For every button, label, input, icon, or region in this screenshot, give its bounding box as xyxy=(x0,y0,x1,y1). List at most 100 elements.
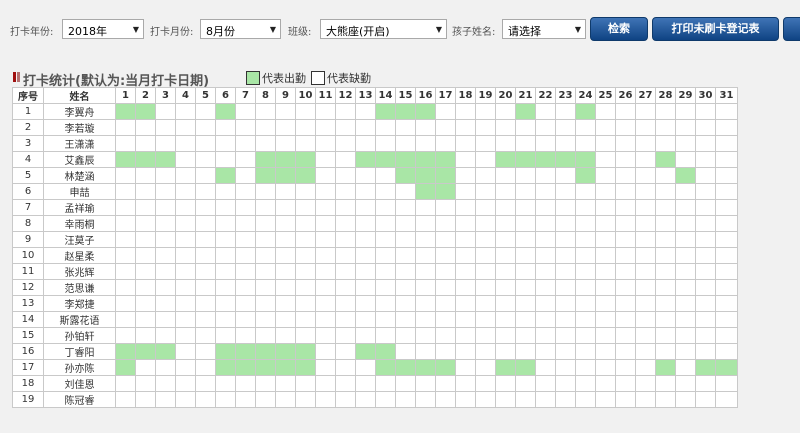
more-button[interactable] xyxy=(783,17,800,41)
attendance-cell-absent xyxy=(555,391,576,408)
attendance-cell-absent xyxy=(135,327,156,344)
attendance-cell-absent xyxy=(235,247,256,264)
attendance-cell-absent xyxy=(635,103,656,120)
attendance-cell-absent xyxy=(195,119,216,136)
attendance-cell-absent xyxy=(255,231,276,248)
attendance-cell-absent xyxy=(695,135,716,152)
attendance-cell-absent xyxy=(515,167,536,184)
attendance-cell-absent xyxy=(575,215,596,232)
attendance-cell-absent xyxy=(175,327,196,344)
attendance-cell-absent xyxy=(655,215,676,232)
attendance-cell-absent xyxy=(255,391,276,408)
attendance-cell-present xyxy=(415,359,436,376)
print-unswiped-register-button[interactable]: 打印未刷卡登记表 xyxy=(652,17,779,41)
attendance-cell-absent xyxy=(255,295,276,312)
attendance-cell-absent xyxy=(515,279,536,296)
attendance-cell-absent xyxy=(295,311,316,328)
attendance-cell-absent xyxy=(255,263,276,280)
attendance-table: 序号 姓名 1 2 3 4 5 6 7 8 9 10 11 12 13 14 15 16 17 18 19 20 21 22 2… xyxy=(12,87,738,408)
attendance-cell-present xyxy=(655,359,676,376)
attendance-cell-absent xyxy=(475,215,496,232)
child-select[interactable]: 请选择 ▼ xyxy=(502,19,586,39)
attendance-cell-absent xyxy=(155,199,176,216)
attendance-cell-absent xyxy=(475,135,496,152)
attendance-cell-absent xyxy=(215,311,236,328)
attendance-cell-absent xyxy=(635,135,656,152)
student-name: 李郑捷 xyxy=(43,295,116,312)
year-select[interactable]: 2018年 ▼ xyxy=(62,19,144,39)
attendance-cell-absent xyxy=(615,135,636,152)
attendance-cell-absent xyxy=(115,183,136,200)
attendance-cell-absent xyxy=(675,199,696,216)
attendance-cell-absent xyxy=(275,247,296,264)
attendance-cell-absent xyxy=(495,311,516,328)
attendance-cell-absent xyxy=(495,391,516,408)
row-index: 6 xyxy=(12,183,44,200)
attendance-cell-absent xyxy=(595,279,616,296)
student-name: 范思谦 xyxy=(43,279,116,296)
attendance-cell-absent xyxy=(555,199,576,216)
attendance-cell-absent xyxy=(515,231,536,248)
row-index: 16 xyxy=(12,343,44,360)
table-row: 1 李翼舟 xyxy=(12,103,738,120)
attendance-cell-absent xyxy=(575,247,596,264)
attendance-cell-absent xyxy=(435,343,456,360)
attendance-cell-absent xyxy=(715,199,738,216)
attendance-cell-absent xyxy=(695,119,716,136)
attendance-cell-absent xyxy=(595,119,616,136)
attendance-cell-absent xyxy=(455,183,476,200)
attendance-cell-absent xyxy=(575,359,596,376)
table-header-row: 序号 姓名 1 2 3 4 5 6 7 8 9 10 11 12 13 14 15 16 17 18 19 20 21 22 2… xyxy=(12,87,738,104)
attendance-cell-absent xyxy=(575,231,596,248)
attendance-cell-absent xyxy=(715,119,738,136)
attendance-cell-absent xyxy=(215,263,236,280)
attendance-cell-absent xyxy=(215,151,236,168)
attendance-cell-absent xyxy=(355,327,376,344)
attendance-cell-present xyxy=(235,343,256,360)
attendance-cell-absent xyxy=(455,295,476,312)
attendance-cell-absent xyxy=(175,391,196,408)
attendance-cell-absent xyxy=(515,375,536,392)
attendance-cell-absent xyxy=(475,183,496,200)
attendance-cell-absent xyxy=(155,183,176,200)
attendance-cell-absent xyxy=(395,263,416,280)
attendance-cell-absent xyxy=(215,375,236,392)
class-select[interactable]: 大熊座(开启) ▼ xyxy=(320,19,447,39)
attendance-cell-absent xyxy=(175,103,196,120)
attendance-cell-absent xyxy=(495,199,516,216)
column-header-day-23: 23 xyxy=(555,87,576,104)
attendance-cell-absent xyxy=(555,183,576,200)
attendance-cell-absent xyxy=(635,263,656,280)
class-select-value: 大熊座(开启) xyxy=(326,25,390,38)
attendance-cell-absent xyxy=(395,375,416,392)
attendance-cell-absent xyxy=(695,375,716,392)
table-row: 17 孙亦陈 xyxy=(12,359,738,376)
attendance-cell-absent xyxy=(235,183,256,200)
attendance-cell-absent xyxy=(115,119,136,136)
attendance-cell-absent xyxy=(255,247,276,264)
attendance-cell-absent xyxy=(615,151,636,168)
attendance-cell-present xyxy=(255,359,276,376)
attendance-cell-absent xyxy=(415,343,436,360)
attendance-cell-absent xyxy=(495,375,516,392)
attendance-cell-absent xyxy=(315,391,336,408)
month-select[interactable]: 8月份 ▼ xyxy=(200,19,281,39)
attendance-cell-absent xyxy=(355,215,376,232)
attendance-cell-absent xyxy=(415,135,436,152)
attendance-cell-absent xyxy=(215,247,236,264)
attendance-cell-absent xyxy=(275,119,296,136)
search-button[interactable]: 检索 xyxy=(590,17,648,41)
attendance-cell-absent xyxy=(335,183,356,200)
attendance-cell-absent xyxy=(235,295,256,312)
student-name: 艾鑫辰 xyxy=(43,151,116,168)
attendance-cell-absent xyxy=(235,135,256,152)
table-row: 2 李若璇 xyxy=(12,119,738,136)
attendance-cell-absent xyxy=(155,295,176,312)
student-name: 张兆辉 xyxy=(43,263,116,280)
attendance-cell-absent xyxy=(675,135,696,152)
attendance-cell-absent xyxy=(495,135,516,152)
attendance-cell-absent xyxy=(455,391,476,408)
attendance-cell-absent xyxy=(155,231,176,248)
attendance-cell-absent xyxy=(175,311,196,328)
attendance-cell-absent xyxy=(535,167,556,184)
